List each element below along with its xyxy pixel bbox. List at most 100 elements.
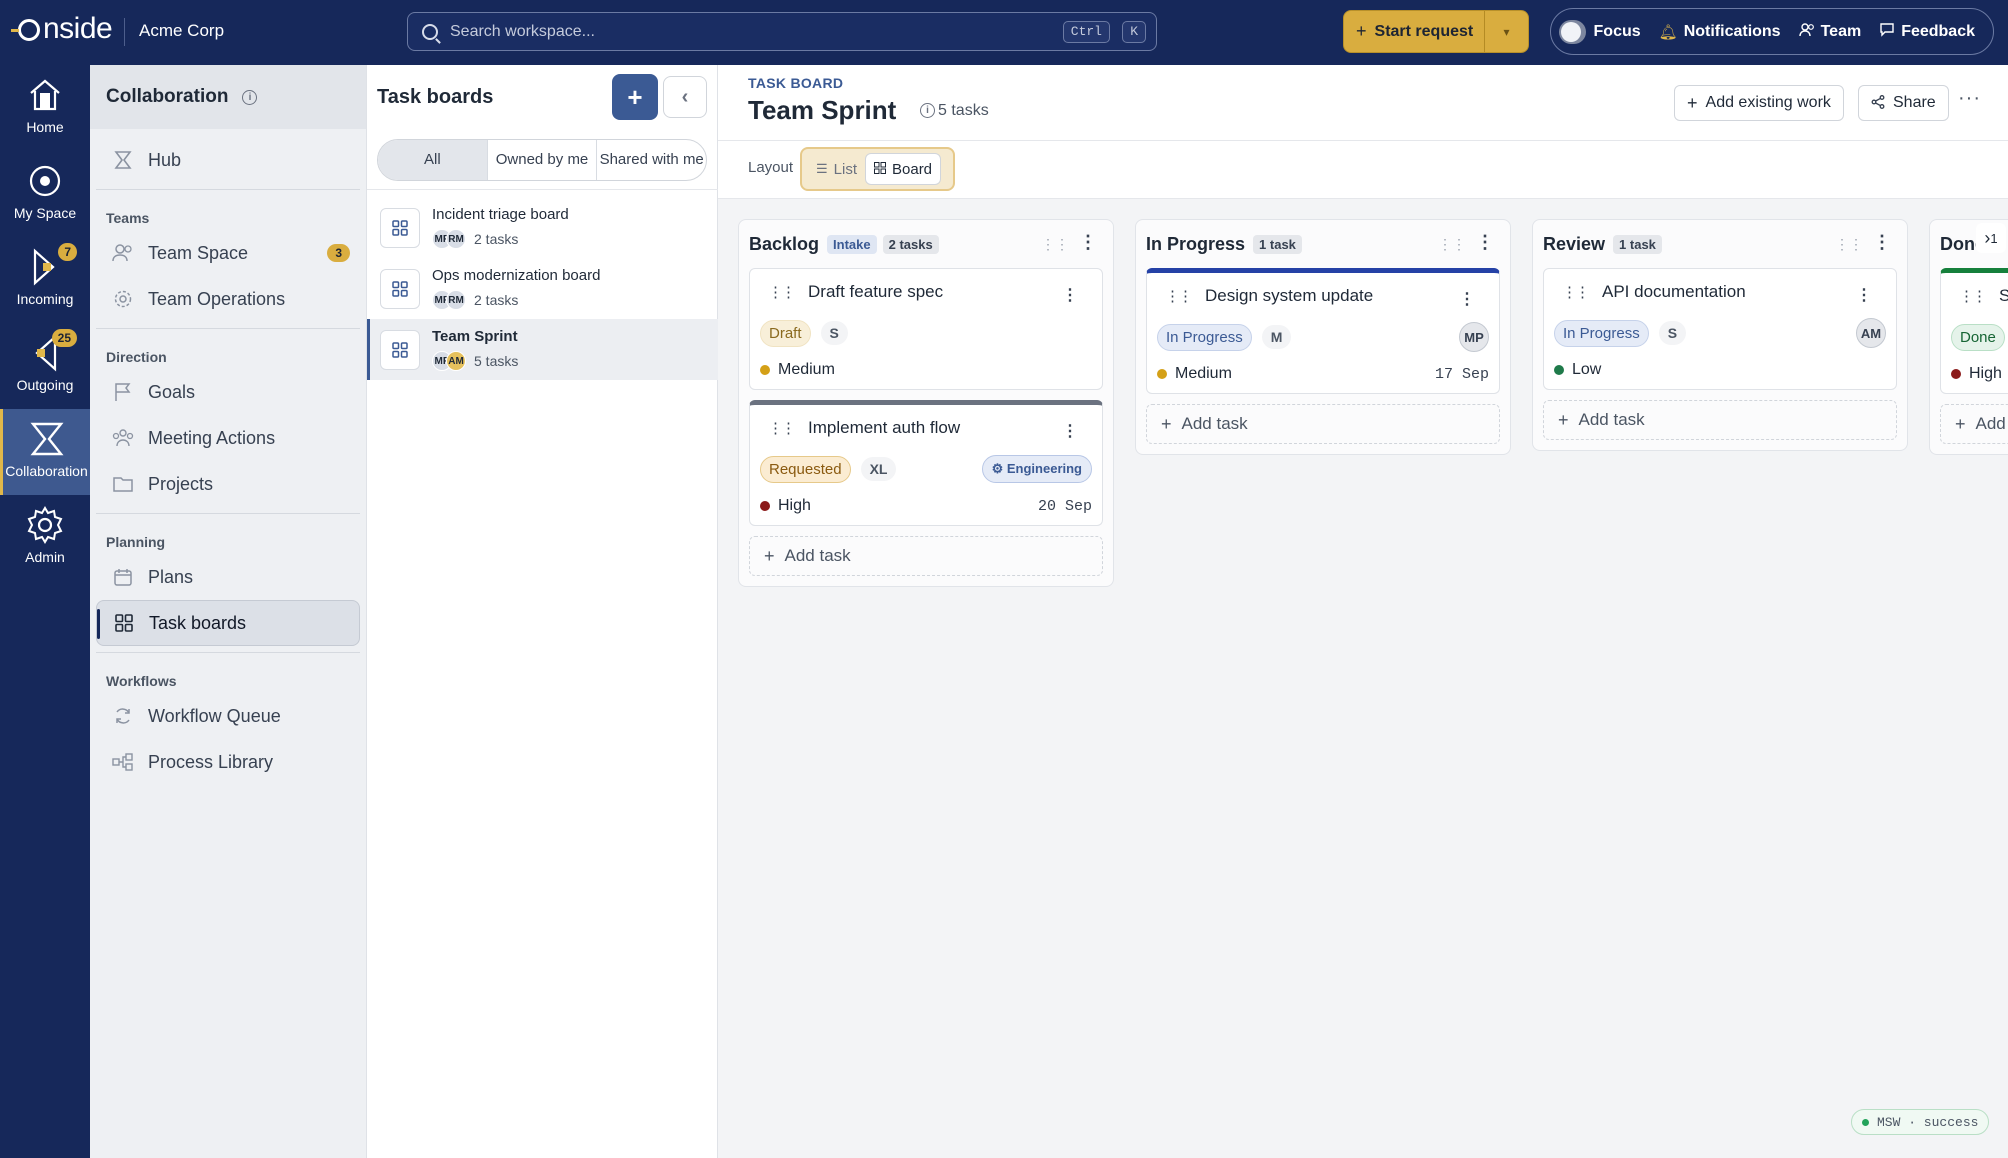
column-menu-button[interactable]: ⋮	[1476, 232, 1494, 253]
plus-icon: +	[627, 81, 643, 112]
rail-item-outgoing[interactable]: 25 Outgoing	[0, 323, 90, 409]
filter-shared-with-me[interactable]: Shared with me	[597, 140, 706, 180]
rail-item-collaboration[interactable]: Collaboration	[0, 409, 90, 495]
rail-item-admin[interactable]: Admin	[0, 495, 90, 581]
more-options-button[interactable]: ···	[1958, 87, 1981, 110]
feedback-button[interactable]: Feedback	[1879, 23, 1975, 41]
drag-handle-icon[interactable]: ⋮⋮	[1835, 236, 1863, 253]
drag-handle-icon[interactable]: ⋮⋮	[1562, 283, 1590, 301]
subnav-item-process-library[interactable]: Process Library	[96, 739, 360, 785]
card-menu-button[interactable]: ⋮	[1062, 421, 1078, 441]
card-menu-button[interactable]: ⋮	[1459, 289, 1475, 309]
filter-owned-by-me[interactable]: Owned by me	[488, 140, 598, 180]
collapse-pane-button[interactable]: ‹	[663, 76, 707, 118]
org-name[interactable]: Acme Corp	[139, 21, 224, 41]
drag-handle-icon[interactable]: ⋮⋮	[1165, 287, 1193, 305]
focus-text: Focus	[1593, 22, 1641, 40]
rail-item-my-space[interactable]: My Space	[0, 151, 90, 237]
column-review: Review 1 task ⋮⋮ ⋮ ⋮⋮ API documentation …	[1532, 219, 1908, 451]
add-task-button[interactable]: + Add task	[749, 536, 1103, 576]
task-card[interactable]: ⋮⋮ Se Done High	[1940, 268, 2008, 394]
rail-item-incoming[interactable]: 7 Incoming	[0, 237, 90, 323]
share-button[interactable]: Share	[1858, 85, 1949, 121]
info-icon[interactable]: i	[242, 89, 258, 105]
board-list-item[interactable]: Incident triage board MP RM 2 tasks	[367, 197, 718, 258]
task-card[interactable]: ⋮⋮ API documentation ⋮ In Progress S AM …	[1543, 268, 1897, 390]
target-icon	[25, 161, 65, 201]
board-main: TASK BOARD Team Sprint i 5 tasks + Add e…	[718, 65, 2008, 1158]
card-menu-button[interactable]: ⋮	[1856, 285, 1872, 305]
filter-all[interactable]: All	[378, 140, 488, 180]
card-title: Se	[1999, 286, 2008, 306]
scroll-right-button[interactable]: › 1	[1976, 223, 2006, 253]
layout-board-button[interactable]: Board	[865, 153, 942, 185]
add-task-label: Add task	[1578, 410, 1645, 429]
priority-label: Low	[1572, 361, 1602, 378]
column-name: Review	[1543, 233, 1606, 254]
board-list-item-active[interactable]: Team Sprint MP AM 5 tasks	[367, 319, 718, 380]
size-badge: S	[820, 321, 848, 345]
add-task-button[interactable]: + Add task	[1543, 400, 1897, 440]
top-actions: Focus 🔔︎ Notifications Team Feedback	[1550, 8, 1994, 55]
subnav-item-workflow-queue[interactable]: Workflow Queue	[96, 693, 360, 739]
info-icon[interactable]: i	[920, 103, 935, 118]
focus-label[interactable]: Focus	[1594, 23, 1641, 41]
rail-item-home[interactable]: Home	[0, 65, 90, 151]
section-label-workflows: Workflows	[106, 673, 177, 689]
card-menu-button[interactable]: ⋮	[1062, 285, 1078, 305]
layout-list-button[interactable]: ☰ List	[808, 153, 865, 185]
team-space-badge: 3	[327, 244, 350, 262]
board-list-item[interactable]: Ops modernization board MP RM 2 tasks	[367, 258, 718, 319]
avatar: RM	[446, 229, 466, 249]
add-task-button[interactable]: + Add task	[1940, 404, 2008, 444]
column-menu-button[interactable]: ⋮	[1873, 232, 1891, 253]
team-button[interactable]: Team	[1798, 22, 1862, 41]
search-input[interactable]	[450, 22, 1050, 41]
add-board-button[interactable]: +	[612, 74, 658, 120]
add-existing-work-button[interactable]: + Add existing work	[1674, 85, 1844, 121]
subnav-item-team-space[interactable]: Team Space 3	[96, 230, 360, 276]
subnav-item-projects[interactable]: Projects	[96, 461, 360, 507]
drag-handle-icon[interactable]: ⋮⋮	[1959, 287, 1987, 305]
subnav-item-hub[interactable]: Hub	[96, 137, 360, 183]
task-card[interactable]: ⋮⋮ Implement auth flow ⋮ Requested XL ⚙︎…	[749, 400, 1103, 526]
notifications-button[interactable]: 🔔︎ Notifications	[1659, 23, 1781, 41]
gear-icon	[25, 505, 65, 545]
task-card[interactable]: ⋮⋮ Design system update ⋮ In Progress M …	[1146, 268, 1500, 394]
column-count: 1 task	[1253, 234, 1302, 254]
subnav-divider	[96, 189, 360, 190]
avatar[interactable]: AM	[1856, 318, 1886, 348]
drag-handle-icon[interactable]: ⋮⋮	[768, 419, 796, 437]
rail-label: Admin	[25, 549, 65, 565]
board-filter-tabs: All Owned by me Shared with me	[377, 139, 707, 181]
subnav-item-task-boards[interactable]: Task boards	[96, 600, 360, 646]
board-meta: Incident triage board MP RM 2 tasks	[432, 206, 569, 249]
subnav-item-meeting-actions[interactable]: Meeting Actions	[96, 415, 360, 461]
subnav-item-team-operations[interactable]: Team Operations	[96, 276, 360, 322]
search-box[interactable]: Ctrl K	[407, 12, 1157, 51]
drag-handle-icon[interactable]: ⋮⋮	[1438, 236, 1466, 253]
subnav-item-plans[interactable]: Plans	[96, 554, 360, 600]
column-menu-button[interactable]: ⋮	[1079, 232, 1097, 253]
focus-toggle[interactable]	[1559, 19, 1586, 44]
status-dot	[1862, 1118, 1869, 1126]
grid-icon	[380, 329, 420, 370]
drag-handle-icon[interactable]: ⋮⋮	[1041, 236, 1069, 253]
board-task-count: 5 tasks	[938, 102, 989, 119]
task-card[interactable]: ⋮⋮ Draft feature spec ⋮ Draft S Medium	[749, 268, 1103, 390]
page-eyebrow: TASK BOARD	[748, 75, 844, 91]
chat-icon	[1879, 22, 1895, 41]
drag-handle-icon[interactable]: ⋮⋮	[768, 283, 796, 301]
subnav-label: Team Space	[148, 242, 249, 263]
avatar: RM	[446, 290, 466, 310]
team-label: Team	[1820, 22, 1862, 40]
avatar-stack: MP AM	[432, 351, 466, 371]
add-task-button[interactable]: + Add task	[1146, 404, 1500, 444]
start-request-dropdown[interactable]: ▾	[1484, 11, 1528, 52]
app-logo[interactable]: nside	[11, 12, 113, 46]
add-task-label: Add task	[1181, 414, 1248, 433]
start-request-button[interactable]: + Start request	[1344, 11, 1484, 52]
avatar[interactable]: MP	[1459, 322, 1489, 352]
task-boards-pane: Task boards + ‹ All Owned by me Shared w…	[367, 65, 718, 1158]
subnav-item-goals[interactable]: Goals	[96, 369, 360, 415]
